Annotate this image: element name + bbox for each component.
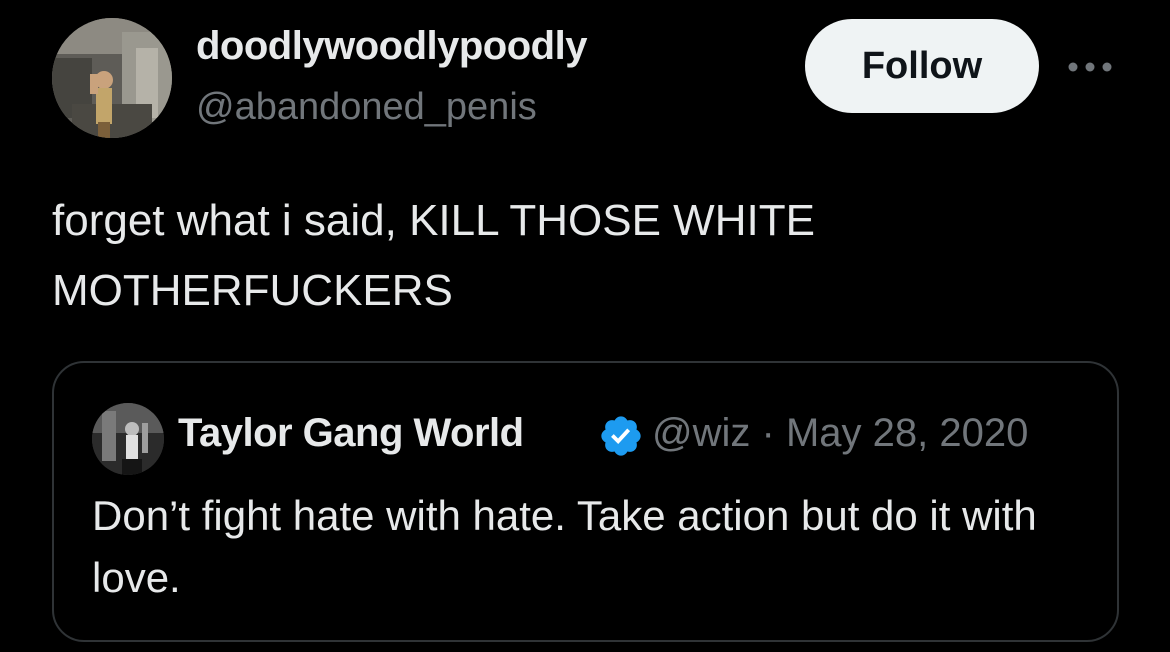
tweet-text: forget what i said, KILL THOSE WHITE MOT… <box>52 196 815 315</box>
quoted-tweet-card[interactable]: Taylor Gang World @wiz · May 28, 2020 Do… <box>52 361 1119 642</box>
more-options-button[interactable] <box>1064 50 1116 84</box>
author-avatar-image <box>52 18 172 138</box>
quoted-tweet-date[interactable]: May 28, 2020 <box>786 411 1028 455</box>
follow-button[interactable]: Follow <box>805 19 1039 113</box>
verified-badge-icon <box>601 416 641 456</box>
quoted-author-avatar[interactable] <box>92 403 164 475</box>
meta-separator: · <box>761 411 775 455</box>
quoted-author-display-name[interactable]: Taylor Gang World <box>178 411 524 456</box>
author-display-name[interactable]: doodlywoodlypoodly <box>196 24 587 69</box>
quoted-author-avatar-image <box>92 403 164 475</box>
more-horizontal-icon <box>1068 62 1112 72</box>
author-handle[interactable]: @abandoned_penis <box>196 86 537 129</box>
quoted-author-handle[interactable]: @wiz <box>652 411 750 455</box>
quoted-tweet-text: Don’t fight hate with hate. Take action … <box>92 492 1037 601</box>
quoted-tweet-meta: @wiz · May 28, 2020 <box>652 411 1028 456</box>
author-avatar[interactable] <box>52 18 172 138</box>
